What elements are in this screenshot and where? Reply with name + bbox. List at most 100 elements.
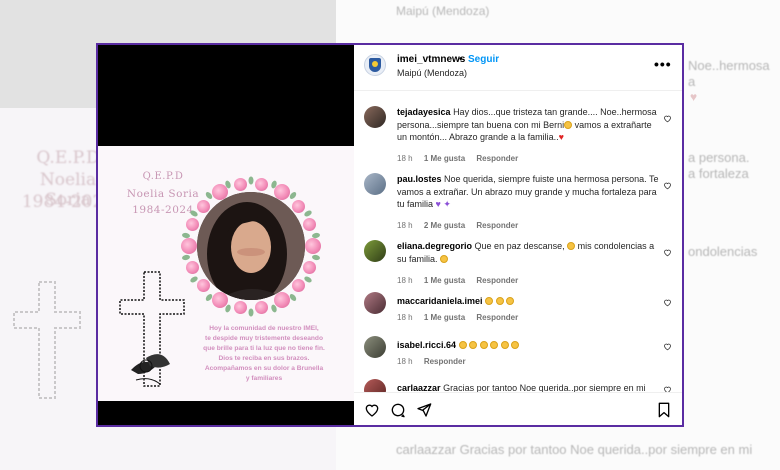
comment-time: 18 h	[397, 357, 413, 366]
like-heart-icon[interactable]	[364, 402, 380, 418]
comment-username[interactable]: eliana.degregorio	[397, 241, 472, 251]
comment-meta: 18 h 1 Me gusta Responder	[397, 154, 527, 163]
leaf	[248, 308, 254, 317]
sad-face-emoji-icon	[495, 297, 504, 305]
account-username[interactable]: imei_vtmnews	[397, 54, 465, 65]
comment-time: 18 h	[397, 154, 413, 163]
portrait-photo	[197, 192, 305, 300]
account-avatar[interactable]	[364, 54, 386, 76]
background-fragment-4: a fortaleza	[688, 166, 749, 181]
more-options-icon[interactable]: •••	[654, 56, 672, 72]
praying-hands-emoji-icon	[567, 242, 576, 250]
comment-meta: 18 h 1 Me gusta Responder	[397, 313, 527, 322]
shield-icon	[369, 58, 381, 72]
comment-username[interactable]: pau.lostes	[397, 174, 442, 184]
comment-username[interactable]: maccaridaniela.imei	[397, 296, 483, 306]
sad-face-emoji-icon	[458, 341, 467, 349]
comment-username[interactable]: isabel.ricci.64	[397, 340, 456, 350]
comments-panel: imei_vtmnews • Seguir Maipú (Mendoza) ••…	[354, 45, 682, 425]
sad-face-emoji-icon	[564, 120, 573, 129]
sad-face-emoji-icon	[490, 341, 499, 349]
like-heart-icon[interactable]	[663, 181, 672, 190]
background-fragment-3: a persona.	[688, 150, 750, 165]
comment-likes[interactable]: 2 Me gusta	[424, 221, 465, 230]
commenter-avatar[interactable]	[364, 336, 386, 358]
background-fragment-2: a	[688, 74, 696, 89]
sparkle-emoji-icon: ✦	[443, 199, 451, 209]
red-heart-emoji-icon: ♥	[558, 132, 564, 142]
rose-flower	[305, 238, 321, 254]
sad-face-emoji-icon	[506, 297, 515, 305]
comment-body: Que en paz descanse,	[474, 241, 565, 251]
commenter-avatar[interactable]	[364, 240, 386, 262]
like-heart-icon[interactable]	[663, 114, 672, 123]
rose-flower	[302, 218, 316, 232]
reply-button[interactable]: Responder	[476, 313, 518, 322]
dedication-line: y familiares	[245, 375, 283, 382]
comment-text: pau.lostes Noe querida, siempre fuiste u…	[397, 173, 659, 211]
background-fragment-5: ondolencias	[688, 244, 758, 259]
like-heart-icon[interactable]	[663, 248, 672, 257]
comment-text: maccaridaniela.imei	[397, 295, 659, 308]
background-fragment-1: Noe..hermosa	[688, 58, 770, 73]
post-location[interactable]: Maipú (Mendoza)	[397, 68, 467, 78]
memorial-image[interactable]: Q.E.P.D Noelia Soria 1984-2024 Hoy la co…	[98, 146, 354, 401]
comment-meta: 18 h 1 Me gusta Responder	[397, 276, 527, 285]
separator-dot: •	[459, 54, 463, 65]
commenter-avatar[interactable]	[364, 292, 386, 314]
dedication-line: te despide muy tristemente deseando	[205, 335, 323, 342]
rose-flower	[233, 300, 247, 314]
commenter-avatar[interactable]	[364, 173, 386, 195]
commenter-avatar[interactable]	[364, 106, 386, 128]
rose-flower	[212, 291, 228, 308]
comment-username[interactable]: carlaazzar	[397, 383, 441, 392]
like-heart-icon[interactable]	[663, 342, 672, 351]
sad-face-emoji-icon	[511, 341, 520, 349]
leaf	[248, 176, 254, 185]
background-bottom-comment: carlaazzar Gracias por tantoo Noe querid…	[396, 442, 753, 457]
rose-flower	[181, 238, 197, 254]
comment-likes[interactable]: 1 Me gusta	[424, 313, 465, 322]
dedication-line: que brille para ti la luz que no tiene f…	[203, 345, 325, 352]
share-send-icon[interactable]	[416, 402, 432, 418]
follow-button[interactable]: Seguir	[468, 54, 499, 65]
post-media: Q.E.P.D Noelia Soria 1984-2024 Hoy la co…	[98, 45, 354, 425]
bookmark-icon[interactable]	[656, 402, 672, 418]
like-heart-icon[interactable]	[663, 298, 672, 307]
sad-face-emoji-icon	[469, 341, 478, 349]
reply-button[interactable]: Responder	[476, 276, 518, 285]
sad-face-emoji-icon	[485, 297, 494, 305]
background-location: Maipú (Mendoza)	[396, 4, 490, 18]
comment-meta: 18 h Responder	[397, 357, 475, 366]
rose-flower	[197, 199, 210, 213]
sad-face-emoji-icon	[440, 254, 449, 263]
action-bar	[354, 392, 682, 425]
rose-flower	[291, 199, 305, 213]
post-header: imei_vtmnews • Seguir Maipú (Mendoza) ••…	[354, 45, 682, 91]
comment-text: tejadayesica Hay dios...que tristeza tan…	[397, 106, 659, 144]
comment-time: 18 h	[397, 221, 413, 230]
comment-likes[interactable]: 1 Me gusta	[424, 276, 465, 285]
comment-time: 18 h	[397, 276, 413, 285]
comment-bubble-icon[interactable]	[390, 402, 406, 418]
commenter-avatar[interactable]	[364, 379, 386, 392]
like-heart-icon[interactable]	[663, 385, 672, 392]
rose-flower	[302, 260, 316, 274]
reply-button[interactable]: Responder	[424, 357, 466, 366]
purple-heart-emoji-icon: ♥	[435, 199, 441, 209]
background-heart-icon: ♥	[690, 90, 698, 104]
reply-button[interactable]: Responder	[476, 221, 518, 230]
dedication-line: Dios te reciba en sus brazos.	[218, 355, 310, 362]
dedication-line: Hoy la comunidad de nuestro IMEI,	[209, 325, 319, 332]
reply-button[interactable]: Responder	[476, 154, 518, 163]
comment-text: eliana.degregorio Que en paz descanse, m…	[397, 240, 659, 265]
rose-flower	[274, 291, 290, 308]
comment-time: 18 h	[397, 313, 413, 322]
comment-username[interactable]: tejadayesica	[397, 107, 451, 117]
comment-likes[interactable]: 1 Me gusta	[424, 154, 465, 163]
sad-face-emoji-icon	[500, 341, 509, 349]
rose-flower	[255, 300, 269, 314]
dedication-line: Acompañamos en su dolor a Brunella	[204, 365, 324, 372]
rose-flower	[186, 260, 200, 274]
comment-meta: 18 h 2 Me gusta Responder	[397, 221, 527, 230]
